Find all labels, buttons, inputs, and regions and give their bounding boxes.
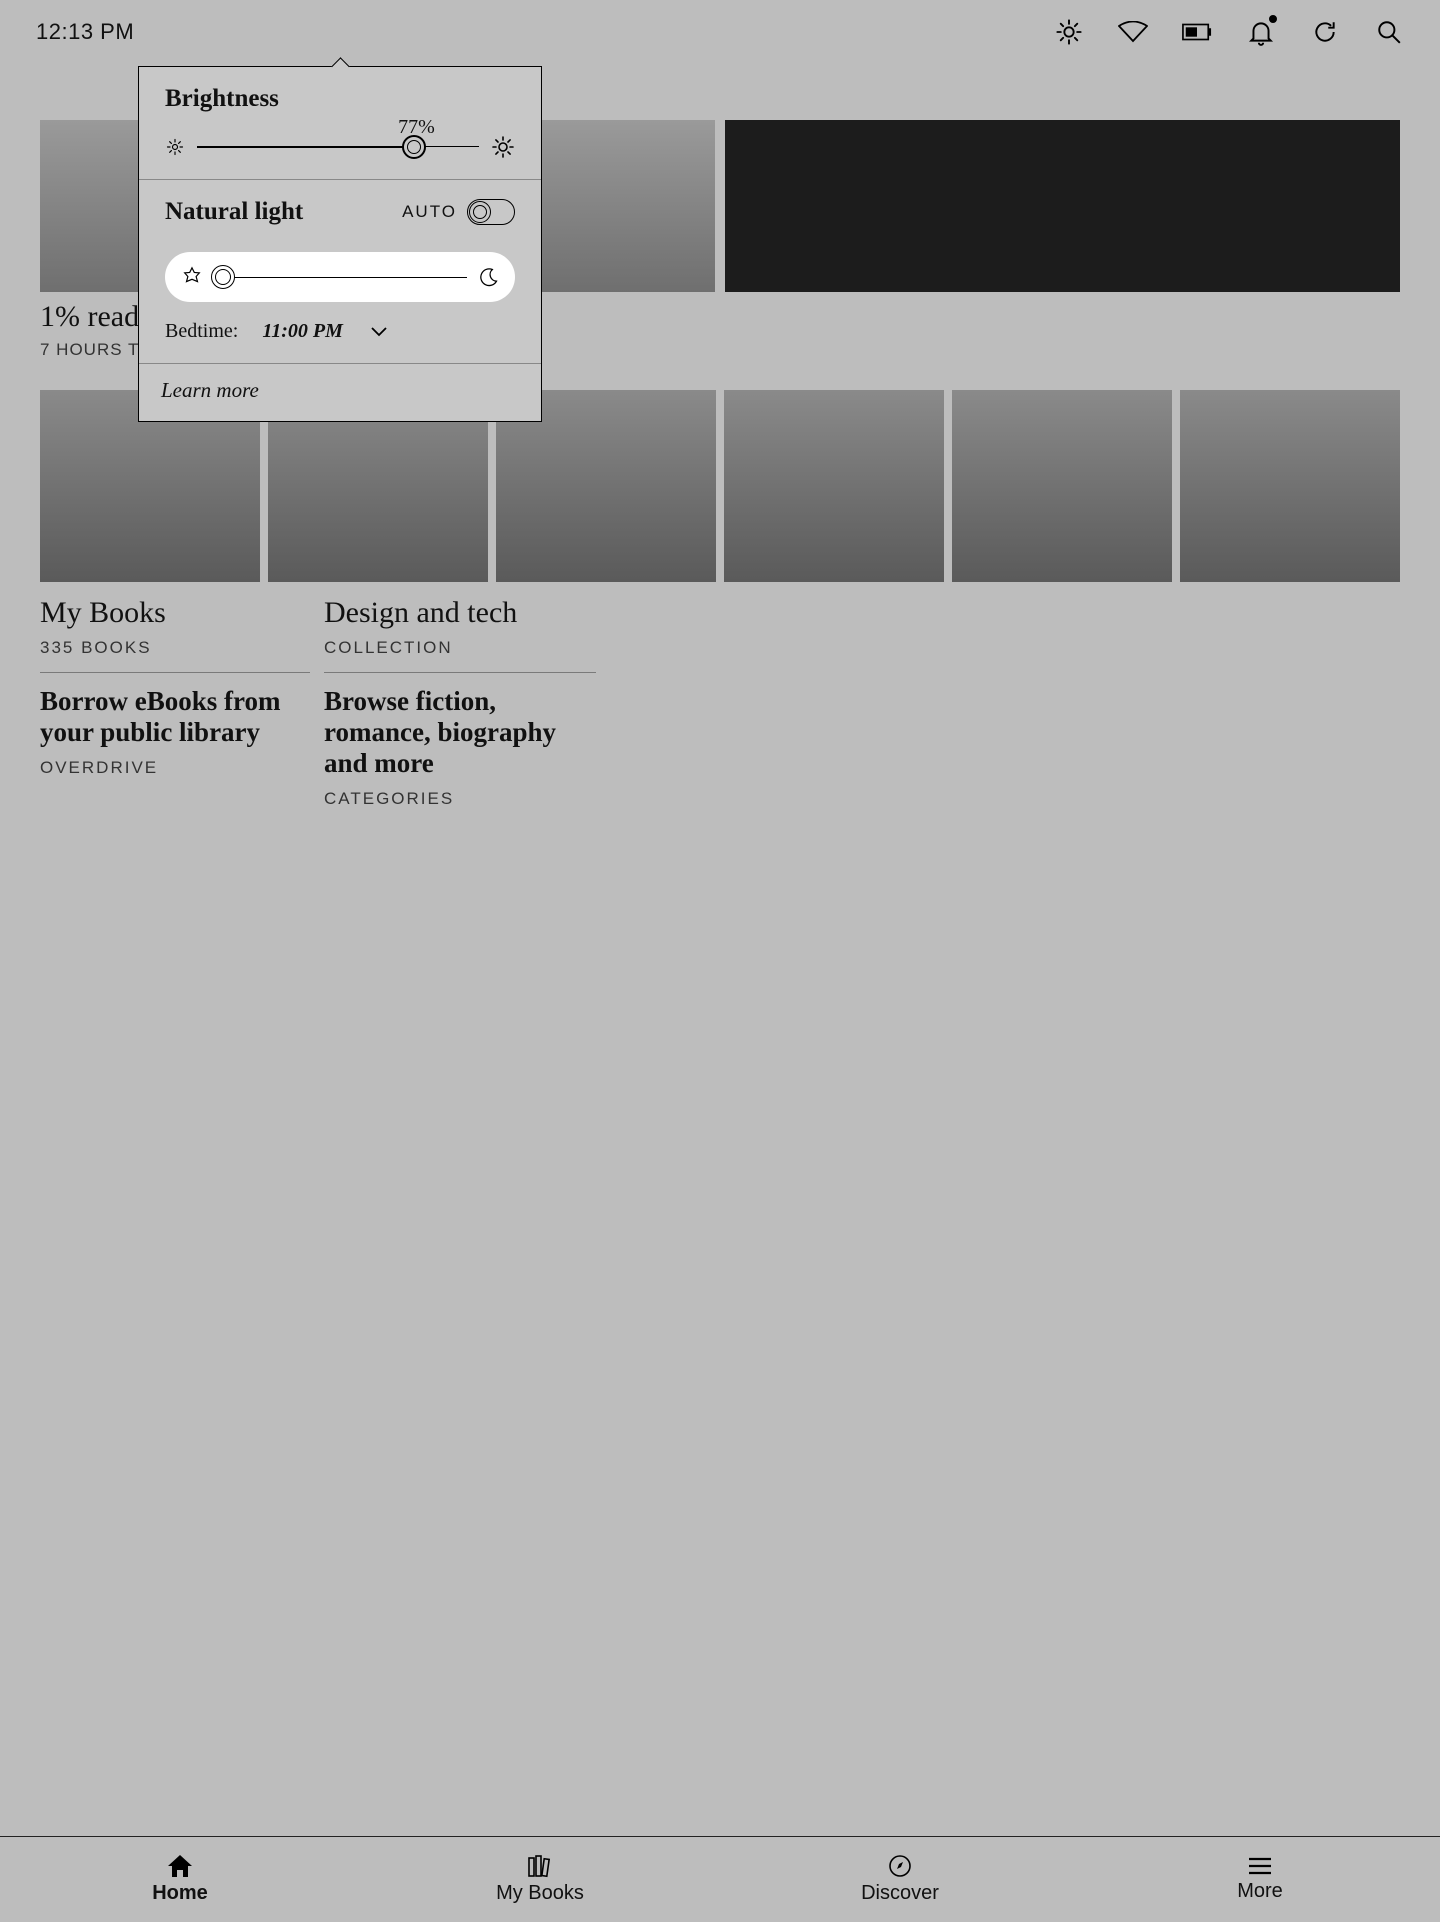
- compass-icon: [888, 1854, 912, 1878]
- brightness-icon[interactable]: [1054, 17, 1084, 47]
- toggle-knob: [469, 201, 491, 223]
- sun-small-icon: [165, 137, 185, 157]
- learn-more-link[interactable]: Learn more: [139, 364, 541, 421]
- nav-label: More: [1237, 1880, 1283, 1903]
- nav-label: Discover: [861, 1882, 939, 1905]
- link-title: Browse fiction, romance, biography and m…: [324, 686, 596, 779]
- sync-icon[interactable]: [1310, 17, 1340, 47]
- brightness-popover: Brightness 77% Natural light AUTO: [138, 66, 542, 422]
- auto-toggle[interactable]: [467, 199, 515, 225]
- chevron-down-icon: [371, 327, 387, 337]
- collection-tile[interactable]: Design and tech COLLECTION: [324, 596, 517, 658]
- link-subtitle: CATEGORIES: [324, 789, 596, 809]
- brightness-slider[interactable]: 77%: [165, 135, 515, 159]
- bedtime-value: 11:00 PM: [262, 320, 343, 343]
- nav-home[interactable]: Home: [0, 1837, 360, 1922]
- auto-label: AUTO: [402, 202, 457, 222]
- sun-large-icon: [491, 135, 515, 159]
- tile-title: My Books: [40, 596, 166, 630]
- divider: [324, 672, 596, 673]
- bedtime-row[interactable]: Bedtime: 11:00 PM: [165, 320, 515, 343]
- notifications-icon[interactable]: [1246, 17, 1276, 47]
- home-icon: [167, 1854, 193, 1878]
- slider-track[interactable]: [215, 277, 467, 278]
- status-bar: 12:13 PM: [0, 0, 1440, 64]
- books-icon: [526, 1854, 554, 1878]
- moon-icon: [479, 267, 499, 287]
- learn-more-label: Learn more: [161, 378, 259, 402]
- battery-icon[interactable]: [1182, 17, 1212, 47]
- brightness-section: Brightness 77%: [139, 67, 541, 180]
- natural-light-slider[interactable]: [165, 252, 515, 302]
- tile-subtitle: COLLECTION: [324, 638, 517, 658]
- brightness-value: 77%: [398, 116, 435, 139]
- nav-more[interactable]: More: [1080, 1837, 1440, 1922]
- nav-my-books[interactable]: My Books: [360, 1837, 720, 1922]
- notification-dot-icon: [1269, 15, 1277, 23]
- link-subtitle: OVERDRIVE: [40, 758, 310, 778]
- book-cover[interactable]: [725, 120, 1400, 292]
- menu-icon: [1247, 1856, 1273, 1876]
- wifi-icon[interactable]: [1118, 17, 1148, 47]
- my-books-tile[interactable]: My Books 335 BOOKS: [40, 596, 166, 658]
- brightness-heading: Brightness: [165, 85, 515, 113]
- clock: 12:13 PM: [36, 19, 134, 45]
- nav-discover[interactable]: Discover: [720, 1837, 1080, 1922]
- nav-label: My Books: [496, 1882, 584, 1905]
- bottom-nav: Home My Books Discover More: [0, 1836, 1440, 1922]
- book-cover[interactable]: [724, 390, 944, 582]
- natural-light-section: Natural light AUTO Bedtime: 11:00 PM: [139, 180, 541, 364]
- slider-track[interactable]: 77%: [197, 146, 479, 148]
- divider: [40, 672, 310, 673]
- overdrive-link[interactable]: Borrow eBooks from your public library O…: [40, 686, 310, 778]
- slider-thumb[interactable]: [211, 265, 235, 289]
- search-icon[interactable]: [1374, 17, 1404, 47]
- nav-label: Home: [152, 1882, 208, 1905]
- book-cover[interactable]: [952, 390, 1172, 582]
- sun-outline-icon: [181, 266, 203, 288]
- link-title: Borrow eBooks from your public library: [40, 686, 310, 748]
- tile-title: Design and tech: [324, 596, 517, 630]
- bedtime-label: Bedtime:: [165, 320, 238, 343]
- tile-subtitle: 335 BOOKS: [40, 638, 166, 658]
- natural-light-heading: Natural light: [165, 198, 303, 226]
- book-cover[interactable]: [1180, 390, 1400, 582]
- categories-link[interactable]: Browse fiction, romance, biography and m…: [324, 686, 596, 809]
